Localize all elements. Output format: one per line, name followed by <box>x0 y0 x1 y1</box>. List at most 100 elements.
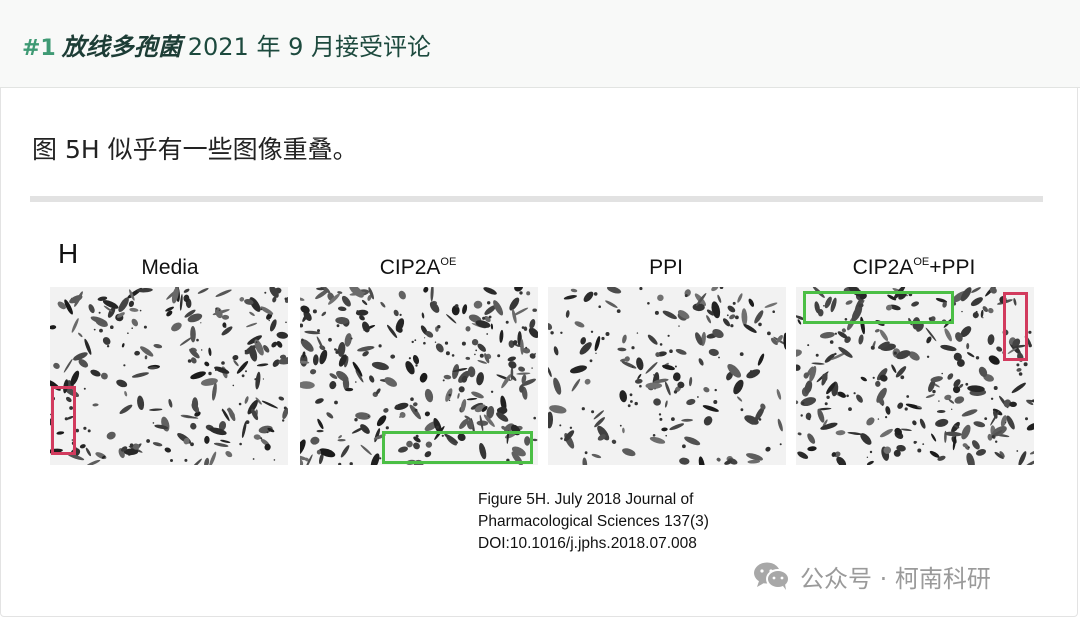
overlap-box-red <box>1003 292 1028 361</box>
cell-shape <box>225 451 233 458</box>
pore-dot <box>779 443 782 446</box>
cell-shape <box>891 364 897 373</box>
cell-shape <box>78 332 83 338</box>
cell-shape <box>413 402 418 407</box>
pore-dot <box>349 462 353 465</box>
pore-dot <box>639 384 642 388</box>
cell-shape <box>341 295 351 307</box>
pore-dot <box>208 371 212 376</box>
cell-shape <box>209 451 217 465</box>
pore-dot <box>437 325 441 329</box>
pore-dot <box>853 392 856 395</box>
pore-dot <box>893 351 897 355</box>
cell-shape <box>611 439 617 444</box>
pore-dot <box>560 331 563 334</box>
pore-dot <box>238 402 242 406</box>
cell-shape <box>499 329 504 343</box>
pore-dot <box>479 353 484 358</box>
wechat-icon <box>754 562 790 590</box>
cell-shape <box>672 372 681 382</box>
cell-shape <box>508 361 517 369</box>
cell-shape <box>664 400 668 408</box>
pore-dot <box>834 332 837 335</box>
pore-dot <box>215 307 218 310</box>
pore-dot <box>559 424 562 427</box>
cell-shape <box>514 287 524 292</box>
pore-dot <box>338 462 342 465</box>
cell-shape <box>711 301 721 319</box>
pore-dot <box>505 320 509 324</box>
cell-shape <box>1029 450 1034 455</box>
pore-dot <box>993 386 998 390</box>
panel-title-text: PPI <box>649 256 683 279</box>
cell-shape <box>961 424 971 440</box>
pore-dot <box>926 355 930 358</box>
cell-shape <box>1018 451 1027 465</box>
review-date: 2021 年 9 月接受评论 <box>187 33 431 61</box>
panel-title-cip2a-oe: CIP2AOE <box>298 256 538 280</box>
cell-shape <box>221 326 233 336</box>
pore-dot <box>424 337 426 339</box>
cell-shape <box>800 397 817 407</box>
cell-shape <box>384 377 397 387</box>
pore-dot <box>866 456 869 458</box>
cell-shape <box>706 315 712 324</box>
cell-shape <box>221 314 230 320</box>
pore-dot <box>732 301 736 305</box>
pore-dot <box>627 404 631 408</box>
pore-dot <box>436 425 440 429</box>
pore-dot <box>904 407 908 411</box>
cell-shape <box>220 439 231 444</box>
pore-dot <box>399 313 402 316</box>
pore-dot <box>659 417 663 421</box>
pore-dot <box>98 311 101 314</box>
pore-dot <box>131 327 133 329</box>
cell-shape <box>796 400 799 405</box>
pore-dot <box>714 388 717 392</box>
cell-shape <box>897 402 904 409</box>
cell-shape <box>326 412 334 419</box>
cell-shape <box>698 456 705 465</box>
pore-dot <box>451 354 455 357</box>
cell-shape <box>516 372 531 375</box>
cell-shape <box>594 336 601 352</box>
pore-dot <box>414 408 418 412</box>
cell-shape <box>856 394 863 403</box>
pore-dot <box>328 337 332 342</box>
pore-dot <box>410 397 414 401</box>
pore-dot <box>1005 422 1007 424</box>
cell-shape <box>686 398 696 406</box>
pore-dot <box>221 409 224 412</box>
pore-dot <box>590 330 594 333</box>
cell-shape <box>86 459 101 465</box>
cell-shape <box>796 364 801 371</box>
cell-shape <box>635 378 643 384</box>
cell-shape <box>255 371 261 390</box>
cell-shape <box>622 334 627 344</box>
cell-shape <box>419 372 428 383</box>
pore-dot <box>593 292 598 296</box>
pore-dot <box>244 349 247 353</box>
cell-shape <box>161 416 170 432</box>
cell-shape <box>149 408 163 411</box>
cell-shape <box>261 400 278 409</box>
cell-shape <box>689 376 693 387</box>
pore-dot <box>264 291 267 294</box>
cell-shape <box>574 321 585 328</box>
pore-dot <box>260 437 263 440</box>
caption-line: Pharmacological Sciences 137(3) <box>478 513 709 530</box>
cell-shape <box>526 291 531 296</box>
cell-shape <box>741 308 748 326</box>
pore-dot <box>697 396 699 398</box>
cell-shape <box>168 398 173 408</box>
cell-shape <box>582 457 588 465</box>
cell-shape <box>874 328 880 333</box>
cell-shape <box>232 354 239 361</box>
cell-shape <box>571 378 581 392</box>
pore-dot <box>268 319 270 322</box>
panel-title-suffix: +PPI <box>929 256 976 279</box>
cell-shape <box>465 356 471 360</box>
pore-dot <box>474 353 476 356</box>
pore-dot <box>652 434 656 437</box>
cell-shape <box>131 318 139 327</box>
